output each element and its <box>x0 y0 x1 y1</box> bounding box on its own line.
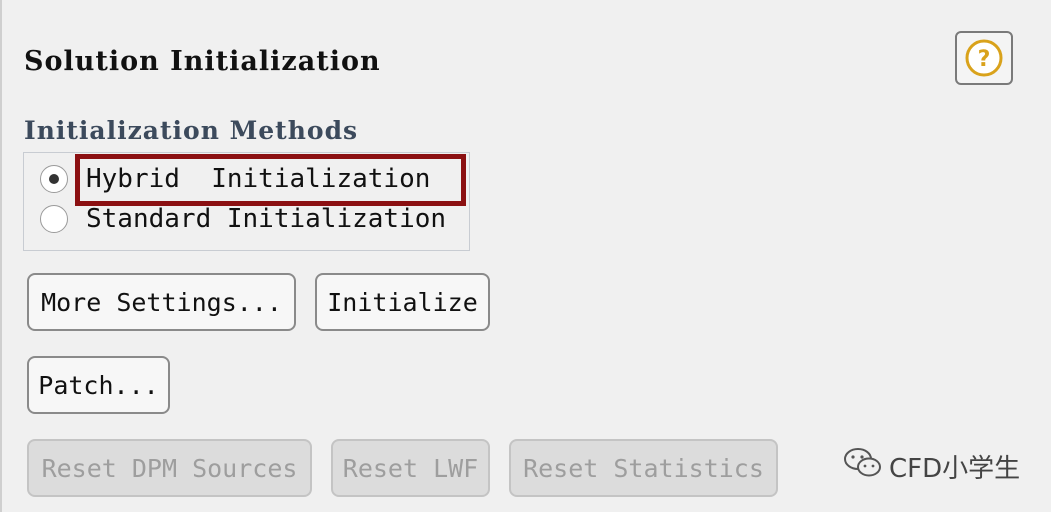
patch-button[interactable]: Patch... <box>27 356 170 414</box>
wechat-icon <box>843 446 889 487</box>
panel-title: Solution Initialization <box>24 46 381 77</box>
standard-initialization-radio[interactable] <box>40 205 68 233</box>
initialization-methods-label: Initialization Methods <box>24 116 359 145</box>
reset-statistics-button[interactable]: Reset Statistics <box>509 439 778 497</box>
more-settings-button[interactable]: More Settings... <box>27 273 296 331</box>
reset-lwf-button[interactable]: Reset LWF <box>331 439 490 497</box>
standard-initialization-option[interactable]: Standard Initialization <box>40 202 446 236</box>
help-button[interactable]: ? <box>955 31 1013 85</box>
standard-initialization-label: Standard Initialization <box>86 204 447 234</box>
initialize-button[interactable]: Initialize <box>315 273 490 331</box>
svg-text:?: ? <box>978 47 991 72</box>
reset-dpm-sources-button[interactable]: Reset DPM Sources <box>27 439 312 497</box>
highlight-annotation-box <box>75 154 466 206</box>
watermark: CFD小学生 <box>843 446 1020 487</box>
watermark-text: CFD小学生 <box>889 454 1021 484</box>
panel-border <box>0 0 2 512</box>
hybrid-initialization-radio[interactable] <box>40 165 68 193</box>
